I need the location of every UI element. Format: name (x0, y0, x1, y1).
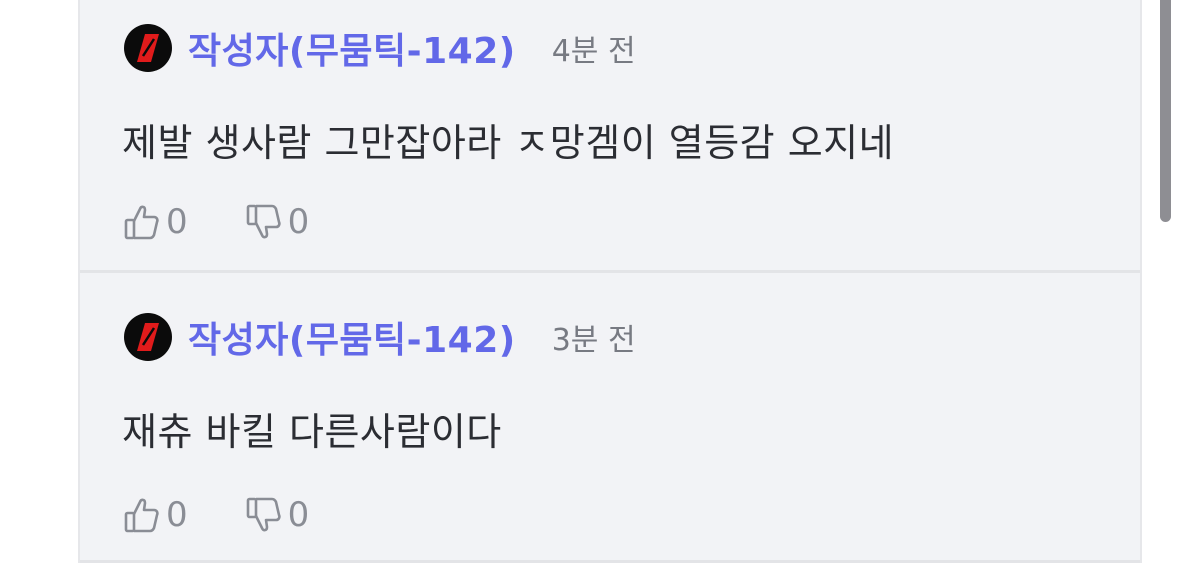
comment-actions: 0 0 (124, 202, 309, 242)
comment-text: 재츄 바킬 다른사람이다 (122, 410, 502, 454)
comment-header: 작성자(무뭄틱-142) 3분 전 (124, 311, 636, 363)
like-count: 0 (166, 202, 188, 242)
dislike-button[interactable]: 0 (246, 202, 310, 242)
comment-text: 제발 생사람 그만잡아라 ㅈ망겜이 열등감 오지네 (122, 121, 895, 165)
red-slash-logo-icon (137, 34, 159, 62)
comment-timestamp: 3분 전 (551, 323, 636, 358)
avatar[interactable] (124, 313, 172, 361)
author-name[interactable]: 작성자(무뭄틱-142) (188, 22, 516, 74)
author-name[interactable]: 작성자(무뭄틱-142) (188, 311, 516, 363)
comment-item: 작성자(무뭄틱-142) 3분 전 재츄 바킬 다른사람이다 0 0 (80, 273, 1140, 563)
avatar[interactable] (124, 24, 172, 72)
comment-timestamp: 4분 전 (551, 34, 636, 69)
comment-item: 작성자(무뭄틱-142) 4분 전 제발 생사람 그만잡아라 ㅈ망겜이 열등감 … (80, 0, 1140, 273)
dislike-button[interactable]: 0 (246, 495, 310, 535)
thumbs-up-icon (124, 205, 159, 240)
comment-header: 작성자(무뭄틱-142) 4분 전 (124, 22, 636, 74)
red-slash-logo-icon (137, 323, 159, 351)
comment-list: 작성자(무뭄틱-142) 4분 전 제발 생사람 그만잡아라 ㅈ망겜이 열등감 … (78, 0, 1142, 563)
like-button[interactable]: 0 (124, 202, 188, 242)
comment-actions: 0 0 (124, 495, 309, 535)
scrollbar[interactable] (1160, 0, 1171, 222)
like-count: 0 (166, 495, 188, 535)
dislike-count: 0 (287, 495, 310, 535)
thumbs-down-icon (246, 497, 281, 532)
thumbs-up-icon (124, 498, 159, 533)
thumbs-down-icon (246, 204, 281, 239)
dislike-count: 0 (287, 202, 310, 242)
like-button[interactable]: 0 (124, 495, 188, 535)
